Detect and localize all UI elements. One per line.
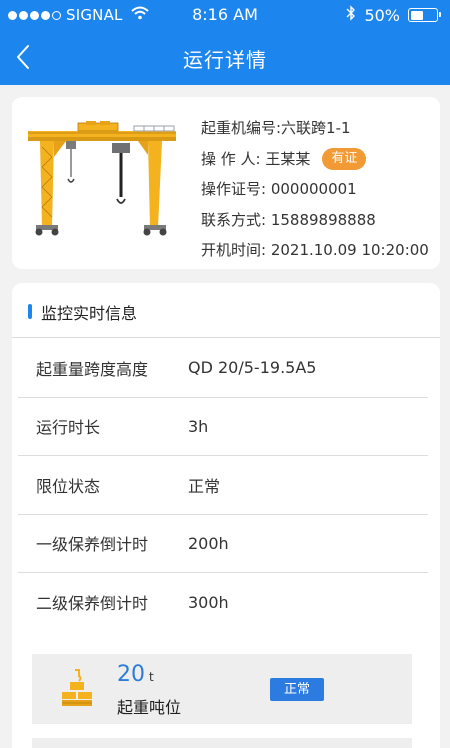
status-bar: SIGNAL 8:16 AM 50% [0,0,450,30]
tonnage-value: 20 t [117,662,154,687]
monitor-row: 二级保养倒计时 300h [18,573,428,632]
tonnage-number: 20 [117,662,145,687]
row-value: 3h [188,416,209,436]
section-title: 监控实时信息 [41,304,138,323]
row-label: 运行时长 [36,418,101,438]
start-time: 开机时间: 2021.10.09 10:20:00 [201,241,429,260]
status-badge: 正常 [270,678,324,701]
row-value: QD 20/5-19.5A5 [188,358,317,378]
monitor-row: 一级保养倒计时 200h [18,515,428,573]
row-label: 限位状态 [36,476,101,496]
battery-icon [408,8,441,22]
row-label: 起重量跨度高度 [36,359,149,379]
row-label: 一级保养倒计时 [36,535,149,555]
monitor-row: 运行时长 3h [18,398,428,456]
row-label: 二级保养倒计时 [36,594,149,614]
certificate-badge: 有证 [322,147,367,170]
crane-illustration [26,121,178,239]
navigation-bar: 运行详情 [0,30,450,85]
monitor-rows: 起重量跨度高度 QD 20/5-19.5A5 运行时长 3h 限位状态 正常 一… [18,339,428,632]
monitor-row: 限位状态 正常 [18,456,428,515]
tonnage-panel: 20 t 起重吨位 正常 [32,654,412,724]
row-value: 正常 [188,476,221,496]
battery-percent: 50% [364,5,400,25]
status-right: 50% [346,5,441,25]
crane-info-lines: 起重机编号:六联跨1-1 操 作 人: 王某某 有证 操作证号: 0000000… [201,113,429,266]
section-header: 监控实时信息 [12,283,440,338]
contact-phone: 联系方式: 15889898888 [201,210,376,229]
certificate-number: 操作证号: 000000001 [201,180,357,199]
crane-id: 起重机编号:六联跨1-1 [201,119,351,138]
tonnage-label: 起重吨位 [117,698,182,717]
page-title: 运行详情 [183,48,267,72]
bluetooth-icon [346,5,356,25]
operator-row: 操 作 人: 王某某 有证 [201,144,429,175]
tonnage-unit: t [149,670,154,684]
weight-icon [60,668,94,708]
row-value: 300h [188,592,229,612]
app-header: SIGNAL 8:16 AM 50% 运行详情 [0,0,450,85]
crane-info-card: 起重机编号:六联跨1-1 操 作 人: 王某某 有证 操作证号: 0000000… [12,97,440,269]
row-value: 200h [188,533,229,553]
monitor-row: 起重量跨度高度 QD 20/5-19.5A5 [18,339,428,398]
section-accent-bar [28,304,32,319]
operator-name: 操 作 人: 王某某 [201,149,311,168]
next-panel-edge [32,738,412,748]
